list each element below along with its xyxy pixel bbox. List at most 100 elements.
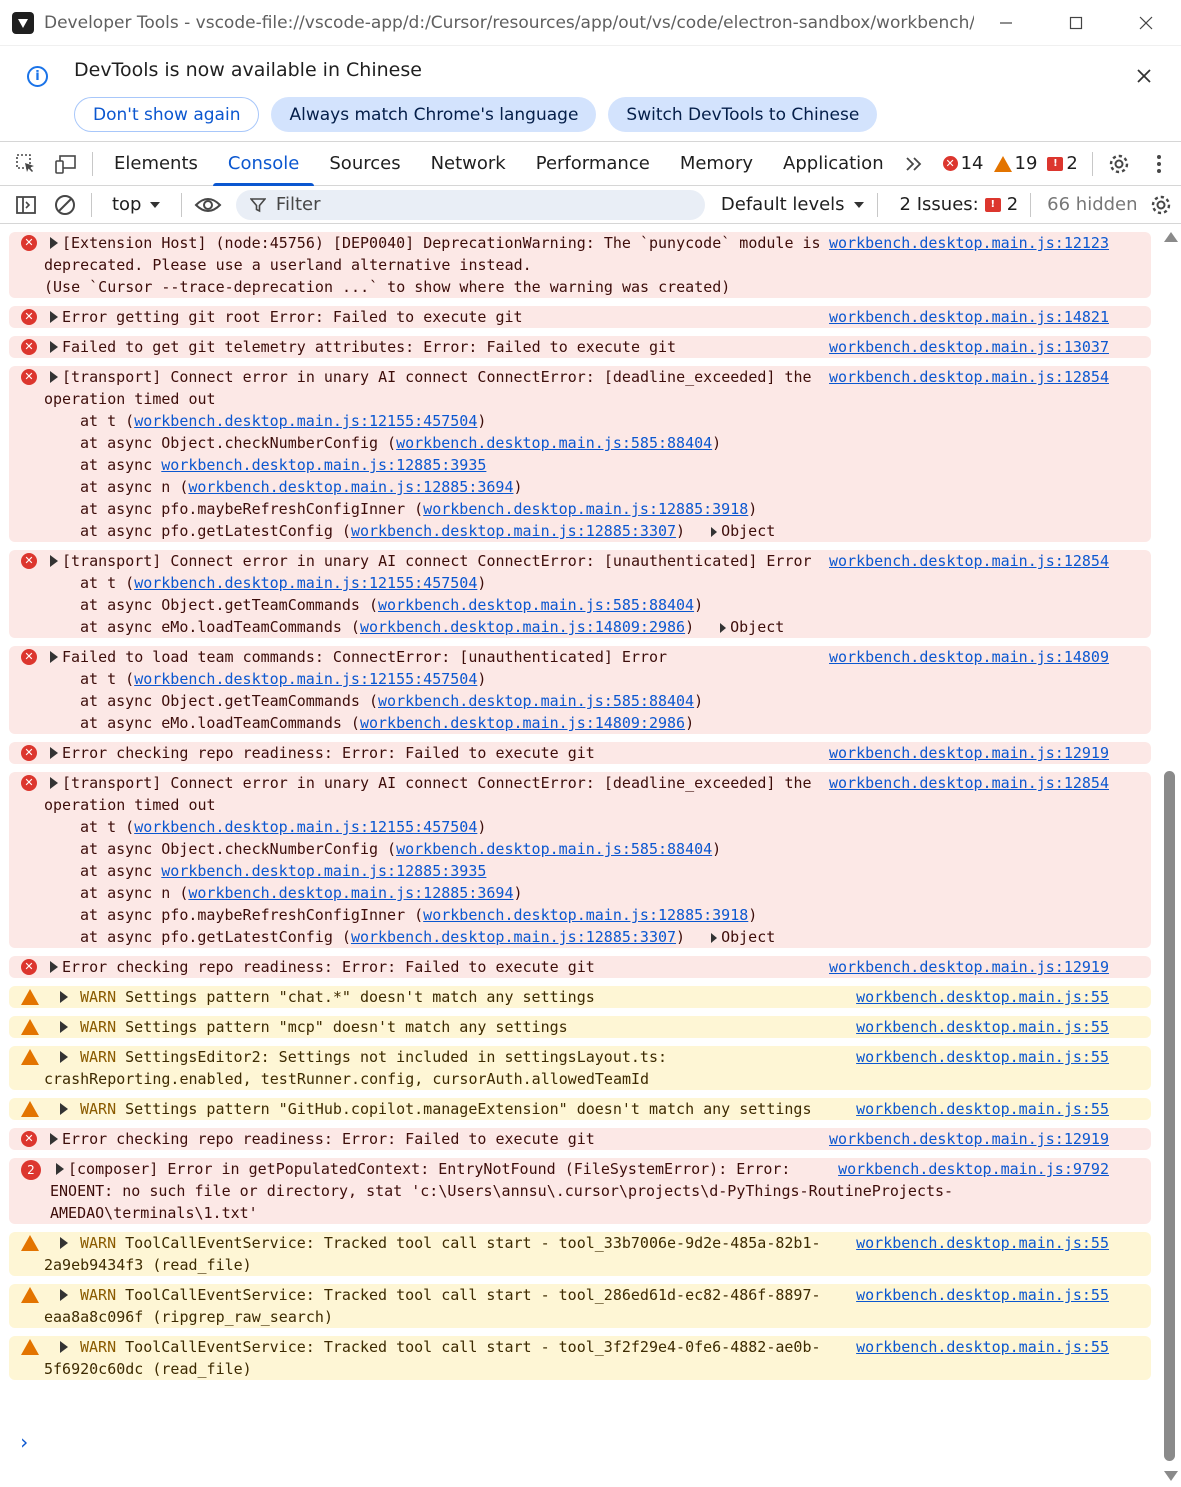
console-settings-button[interactable] [1142,186,1181,224]
stack-frame-link[interactable]: workbench.desktop.main.js:585:88404 [396,434,712,452]
expand-triangle-icon[interactable] [720,623,727,633]
expand-triangle-icon[interactable] [50,555,58,567]
expand-triangle-icon[interactable] [50,777,58,789]
stack-frame-link[interactable]: workbench.desktop.main.js:585:88404 [396,840,712,858]
source-link[interactable]: workbench.desktop.main.js:14809 [821,646,1109,668]
stack-frame-link[interactable]: workbench.desktop.main.js:12885:3307 [351,522,676,540]
scrollbar-thumb[interactable] [1164,771,1175,1461]
tab-memory[interactable]: Memory [665,142,768,186]
source-link[interactable]: workbench.desktop.main.js:12919 [821,1128,1109,1150]
message-counts[interactable]: ✕ 14 19 ! 2 [942,153,1084,174]
live-expression-button[interactable] [188,186,227,224]
clear-console-button[interactable] [45,186,84,224]
stack-frame-link[interactable]: workbench.desktop.main.js:14809:2986 [360,618,685,636]
expand-triangle-icon[interactable] [711,527,718,537]
stack-frame-link[interactable]: workbench.desktop.main.js:585:88404 [378,596,694,614]
source-link[interactable]: workbench.desktop.main.js:55 [848,1232,1109,1254]
tab-performance[interactable]: Performance [521,142,665,186]
source-link[interactable]: workbench.desktop.main.js:13037 [821,336,1109,358]
source-link[interactable]: workbench.desktop.main.js:9792 [830,1158,1109,1180]
expand-triangle-icon[interactable] [60,1021,68,1033]
switch-to-chinese-button[interactable]: Switch DevTools to Chinese [608,97,878,132]
tab-network[interactable]: Network [416,142,521,186]
stack-frame: at t (workbench.desktop.main.js:12155:45… [44,572,1111,594]
stack-frame-link[interactable]: workbench.desktop.main.js:12885:3935 [161,456,486,474]
stack-frame-link[interactable]: workbench.desktop.main.js:585:88404 [378,692,694,710]
stack-frame-link[interactable]: workbench.desktop.main.js:12885:3694 [188,478,513,496]
object-expander[interactable]: Object [705,928,775,946]
stack-frame-link[interactable]: workbench.desktop.main.js:12155:457504 [134,818,477,836]
close-window-button[interactable] [1111,0,1181,46]
context-selector[interactable]: top [98,194,176,215]
tab-console[interactable]: Console [212,142,315,186]
source-link[interactable]: workbench.desktop.main.js:12854 [821,366,1109,388]
expand-triangle-icon[interactable] [60,1103,68,1115]
close-icon [1137,69,1151,83]
expand-triangle-icon[interactable] [60,1051,68,1063]
more-tabs-button[interactable] [899,142,929,186]
expand-triangle-icon[interactable] [50,237,58,249]
source-link[interactable]: workbench.desktop.main.js:55 [848,1098,1109,1120]
expand-triangle-icon[interactable] [60,1289,68,1301]
source-link[interactable]: workbench.desktop.main.js:55 [848,1336,1109,1358]
settings-button[interactable] [1099,142,1139,186]
source-link[interactable]: workbench.desktop.main.js:12919 [821,742,1109,764]
expand-triangle-icon[interactable] [50,1133,58,1145]
object-expander[interactable]: Object [714,618,784,636]
console-prompt[interactable]: › [18,1430,30,1454]
stack-frame-prefix: at async n ( [80,478,189,496]
source-link[interactable]: workbench.desktop.main.js:12854 [821,772,1109,794]
stack-frame-link[interactable]: workbench.desktop.main.js:12155:457504 [134,670,477,688]
scroll-down-arrow-icon[interactable] [1164,1471,1178,1481]
stack-frame-link[interactable]: workbench.desktop.main.js:12885:3694 [188,884,513,902]
console-scrollbar[interactable] [1160,224,1181,1487]
expand-triangle-icon[interactable] [50,961,58,973]
message-line: Error getting git root Error: Failed to … [62,308,523,326]
expand-triangle-icon[interactable] [50,341,58,353]
object-expander[interactable]: Object [705,522,775,540]
source-link[interactable]: workbench.desktop.main.js:14821 [821,306,1109,328]
more-options-button[interactable] [1139,142,1179,186]
message-icon: ✕ [21,775,37,791]
tab-elements[interactable]: Elements [99,142,213,186]
filter-input[interactable] [275,194,676,215]
maximize-button[interactable] [1041,0,1111,46]
source-link[interactable]: workbench.desktop.main.js:12123 [821,232,1109,254]
source-link[interactable]: workbench.desktop.main.js:55 [848,986,1109,1008]
tab-application[interactable]: Application [768,142,899,186]
source-link[interactable]: workbench.desktop.main.js:12919 [821,956,1109,978]
source-link[interactable]: workbench.desktop.main.js:55 [848,1284,1109,1306]
stack-frame-link[interactable]: workbench.desktop.main.js:12885:3918 [423,906,748,924]
expand-triangle-icon[interactable] [60,1237,68,1249]
expand-triangle-icon[interactable] [50,311,58,323]
expand-triangle-icon[interactable] [56,1163,64,1175]
expand-triangle-icon[interactable] [60,1341,68,1353]
infobar-close-button[interactable] [1137,64,1151,88]
expand-triangle-icon[interactable] [50,651,58,663]
device-toolbar-button[interactable] [46,142,86,186]
stack-frame-link[interactable]: workbench.desktop.main.js:12155:457504 [134,412,477,430]
stack-frame-link[interactable]: workbench.desktop.main.js:12885:3918 [423,500,748,518]
dont-show-again-button[interactable]: Don't show again [74,97,260,132]
always-match-language-button[interactable]: Always match Chrome's language [271,97,597,132]
tab-sources[interactable]: Sources [314,142,415,186]
source-link[interactable]: workbench.desktop.main.js:55 [848,1016,1109,1038]
stack-frame-link[interactable]: workbench.desktop.main.js:12155:457504 [134,574,477,592]
warning-icon [21,1235,39,1251]
message-line: [Extension Host] (node:45756) [DEP0040] … [62,234,821,252]
log-levels-dropdown[interactable]: Default levels [721,194,865,215]
stack-frame-link[interactable]: workbench.desktop.main.js:12885:3935 [161,862,486,880]
expand-triangle-icon[interactable] [60,991,68,1003]
expand-triangle-icon[interactable] [50,371,58,383]
toggle-sidebar-button[interactable] [6,186,45,224]
minimize-button[interactable] [971,0,1041,46]
stack-frame-link[interactable]: workbench.desktop.main.js:14809:2986 [360,714,685,732]
source-link[interactable]: workbench.desktop.main.js:12854 [821,550,1109,572]
source-link[interactable]: workbench.desktop.main.js:55 [848,1046,1109,1068]
stack-frame-link[interactable]: workbench.desktop.main.js:12885:3307 [351,928,676,946]
issues-button[interactable]: 2 Issues: ! 2 [900,194,1019,215]
expand-triangle-icon[interactable] [711,933,718,943]
inspect-element-button[interactable] [6,142,46,186]
expand-triangle-icon[interactable] [50,747,58,759]
scroll-up-arrow-icon[interactable] [1164,232,1178,242]
